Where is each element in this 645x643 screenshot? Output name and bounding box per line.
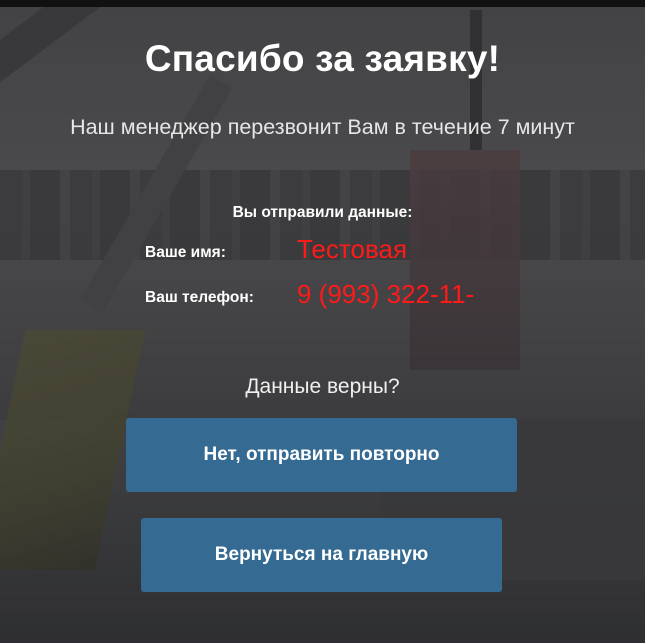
confirmation-screen: Спасибо за заявку! Наш менеджер перезвон… — [0, 0, 645, 643]
data-correct-question: Данные верны? — [245, 375, 400, 398]
page-title: Спасибо за заявку! — [144, 38, 501, 79]
resend-button[interactable]: Нет, отправить повторно — [126, 418, 517, 492]
name-value: Тестовая — [297, 234, 408, 264]
manager-callback-notice: Наш менеджер перезвонит Вам в течение 7 … — [70, 115, 575, 139]
sent-data-heading: Вы отправили данные: — [232, 204, 413, 221]
top-edge-strip — [0, 0, 645, 7]
phone-label: Ваш телефон: — [145, 289, 254, 306]
phone-value: 9 (993) 322-11- — [297, 279, 475, 309]
return-home-button[interactable]: Вернуться на главную — [141, 518, 502, 592]
confirmation-content: Спасибо за заявку! Наш менеджер перезвон… — [0, 0, 645, 643]
name-label: Ваше имя: — [145, 244, 226, 261]
